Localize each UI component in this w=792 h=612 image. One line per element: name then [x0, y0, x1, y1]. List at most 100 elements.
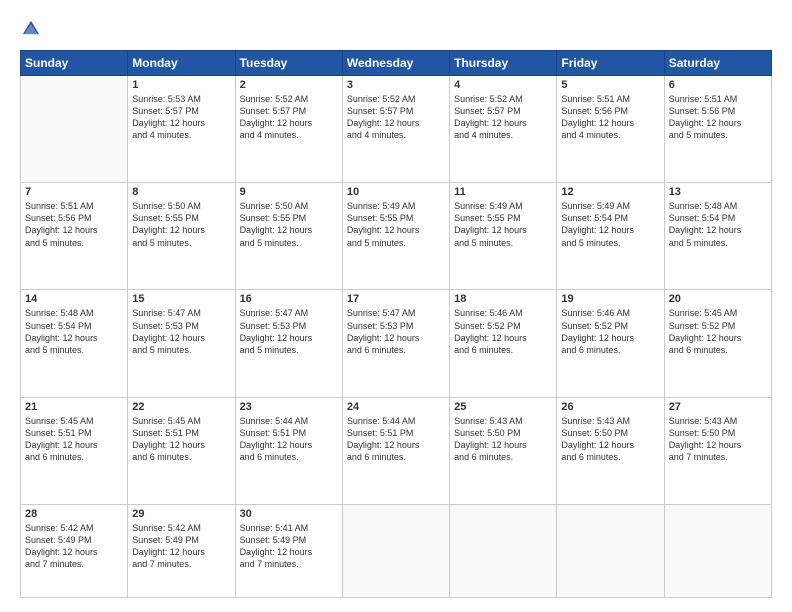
day-number: 25	[454, 401, 552, 413]
day-number: 10	[347, 186, 445, 198]
day-info: Sunrise: 5:53 AMSunset: 5:57 PMDaylight:…	[132, 93, 230, 142]
day-number: 26	[561, 401, 659, 413]
day-number: 28	[25, 508, 123, 520]
week-row-2: 14 Sunrise: 5:48 AMSunset: 5:54 PMDayligh…	[21, 290, 772, 397]
logo-icon	[20, 18, 42, 40]
calendar-page: SundayMondayTuesdayWednesdayThursdayFrid…	[0, 0, 792, 612]
weekday-header-thursday: Thursday	[450, 51, 557, 76]
day-number: 18	[454, 293, 552, 305]
day-number: 9	[240, 186, 338, 198]
day-info: Sunrise: 5:52 AMSunset: 5:57 PMDaylight:…	[240, 93, 338, 142]
day-info: Sunrise: 5:51 AMSunset: 5:56 PMDaylight:…	[561, 93, 659, 142]
calendar-cell: 5 Sunrise: 5:51 AMSunset: 5:56 PMDaylight…	[557, 76, 664, 183]
calendar-cell: 25 Sunrise: 5:43 AMSunset: 5:50 PMDayligh…	[450, 397, 557, 504]
logo	[20, 18, 46, 40]
calendar-cell: 27 Sunrise: 5:43 AMSunset: 5:50 PMDayligh…	[664, 397, 771, 504]
day-info: Sunrise: 5:42 AMSunset: 5:49 PMDaylight:…	[25, 522, 123, 571]
day-number: 12	[561, 186, 659, 198]
calendar-cell: 15Sunrise: 5:47 AMSunset: 5:53 PMDayligh…	[128, 290, 235, 397]
calendar-cell: 14 Sunrise: 5:48 AMSunset: 5:54 PMDayligh…	[21, 290, 128, 397]
week-row-3: 21Sunrise: 5:45 AMSunset: 5:51 PMDayligh…	[21, 397, 772, 504]
day-info: Sunrise: 5:43 AMSunset: 5:50 PMDaylight:…	[454, 415, 552, 464]
calendar-cell: 6 Sunrise: 5:51 AMSunset: 5:56 PMDaylight…	[664, 76, 771, 183]
calendar-cell: 23 Sunrise: 5:44 AMSunset: 5:51 PMDayligh…	[235, 397, 342, 504]
calendar-cell: 1 Sunrise: 5:53 AMSunset: 5:57 PMDaylight…	[128, 76, 235, 183]
week-row-0: 1 Sunrise: 5:53 AMSunset: 5:57 PMDaylight…	[21, 76, 772, 183]
calendar-cell: 7Sunrise: 5:51 AMSunset: 5:56 PMDaylight…	[21, 183, 128, 290]
calendar-cell: 20 Sunrise: 5:45 AMSunset: 5:52 PMDayligh…	[664, 290, 771, 397]
day-number: 13	[669, 186, 767, 198]
day-info: Sunrise: 5:48 AMSunset: 5:54 PMDaylight:…	[25, 307, 123, 356]
weekday-header-friday: Friday	[557, 51, 664, 76]
calendar-cell: 3 Sunrise: 5:52 AMSunset: 5:57 PMDaylight…	[342, 76, 449, 183]
day-number: 14	[25, 293, 123, 305]
week-row-4: 28 Sunrise: 5:42 AMSunset: 5:49 PMDayligh…	[21, 504, 772, 597]
day-info: Sunrise: 5:41 AMSunset: 5:49 PMDaylight:…	[240, 522, 338, 571]
weekday-header-row: SundayMondayTuesdayWednesdayThursdayFrid…	[21, 51, 772, 76]
day-info: Sunrise: 5:51 AMSunset: 5:56 PMDaylight:…	[669, 93, 767, 142]
day-info: Sunrise: 5:47 AMSunset: 5:53 PMDaylight:…	[240, 307, 338, 356]
day-number: 2	[240, 79, 338, 91]
calendar-cell: 26 Sunrise: 5:43 AMSunset: 5:50 PMDayligh…	[557, 397, 664, 504]
day-info: Sunrise: 5:43 AMSunset: 5:50 PMDaylight:…	[669, 415, 767, 464]
calendar-cell: 4Sunrise: 5:52 AMSunset: 5:57 PMDaylight…	[450, 76, 557, 183]
header	[20, 18, 772, 40]
day-info: Sunrise: 5:44 AMSunset: 5:51 PMDaylight:…	[347, 415, 445, 464]
day-info: Sunrise: 5:52 AMSunset: 5:57 PMDaylight:…	[347, 93, 445, 142]
day-info: Sunrise: 5:49 AMSunset: 5:55 PMDaylight:…	[347, 200, 445, 249]
calendar-cell: 24 Sunrise: 5:44 AMSunset: 5:51 PMDayligh…	[342, 397, 449, 504]
calendar-cell	[21, 76, 128, 183]
calendar-cell	[342, 504, 449, 597]
day-info: Sunrise: 5:46 AMSunset: 5:52 PMDaylight:…	[561, 307, 659, 356]
calendar-table: SundayMondayTuesdayWednesdayThursdayFrid…	[20, 50, 772, 598]
calendar-cell: 19 Sunrise: 5:46 AMSunset: 5:52 PMDayligh…	[557, 290, 664, 397]
day-number: 30	[240, 508, 338, 520]
day-number: 23	[240, 401, 338, 413]
day-info: Sunrise: 5:46 AMSunset: 5:52 PMDaylight:…	[454, 307, 552, 356]
day-number: 27	[669, 401, 767, 413]
day-info: Sunrise: 5:49 AMSunset: 5:55 PMDaylight:…	[454, 200, 552, 249]
day-number: 19	[561, 293, 659, 305]
day-number: 29	[132, 508, 230, 520]
week-row-1: 7Sunrise: 5:51 AMSunset: 5:56 PMDaylight…	[21, 183, 772, 290]
calendar-cell: 11Sunrise: 5:49 AMSunset: 5:55 PMDayligh…	[450, 183, 557, 290]
day-info: Sunrise: 5:45 AMSunset: 5:51 PMDaylight:…	[25, 415, 123, 464]
day-info: Sunrise: 5:48 AMSunset: 5:54 PMDaylight:…	[669, 200, 767, 249]
day-info: Sunrise: 5:42 AMSunset: 5:49 PMDaylight:…	[132, 522, 230, 571]
day-info: Sunrise: 5:44 AMSunset: 5:51 PMDaylight:…	[240, 415, 338, 464]
day-number: 8	[132, 186, 230, 198]
day-number: 1	[132, 79, 230, 91]
day-info: Sunrise: 5:50 AMSunset: 5:55 PMDaylight:…	[132, 200, 230, 249]
calendar-cell: 30 Sunrise: 5:41 AMSunset: 5:49 PMDayligh…	[235, 504, 342, 597]
calendar-cell: 29 Sunrise: 5:42 AMSunset: 5:49 PMDayligh…	[128, 504, 235, 597]
day-number: 24	[347, 401, 445, 413]
calendar-cell: 13 Sunrise: 5:48 AMSunset: 5:54 PMDayligh…	[664, 183, 771, 290]
day-info: Sunrise: 5:50 AMSunset: 5:55 PMDaylight:…	[240, 200, 338, 249]
day-number: 5	[561, 79, 659, 91]
calendar-cell: 22 Sunrise: 5:45 AMSunset: 5:51 PMDayligh…	[128, 397, 235, 504]
calendar-cell: 12 Sunrise: 5:49 AMSunset: 5:54 PMDayligh…	[557, 183, 664, 290]
day-info: Sunrise: 5:52 AMSunset: 5:57 PMDaylight:…	[454, 93, 552, 142]
day-number: 20	[669, 293, 767, 305]
day-number: 6	[669, 79, 767, 91]
day-number: 7	[25, 186, 123, 198]
calendar-cell	[664, 504, 771, 597]
calendar-cell: 18 Sunrise: 5:46 AMSunset: 5:52 PMDayligh…	[450, 290, 557, 397]
calendar-cell: 2 Sunrise: 5:52 AMSunset: 5:57 PMDaylight…	[235, 76, 342, 183]
weekday-header-monday: Monday	[128, 51, 235, 76]
day-info: Sunrise: 5:45 AMSunset: 5:51 PMDaylight:…	[132, 415, 230, 464]
weekday-header-saturday: Saturday	[664, 51, 771, 76]
day-number: 16	[240, 293, 338, 305]
calendar-cell: 21Sunrise: 5:45 AMSunset: 5:51 PMDayligh…	[21, 397, 128, 504]
day-info: Sunrise: 5:45 AMSunset: 5:52 PMDaylight:…	[669, 307, 767, 356]
day-number: 3	[347, 79, 445, 91]
calendar-cell: 16 Sunrise: 5:47 AMSunset: 5:53 PMDayligh…	[235, 290, 342, 397]
calendar-cell: 9 Sunrise: 5:50 AMSunset: 5:55 PMDaylight…	[235, 183, 342, 290]
calendar-cell: 28 Sunrise: 5:42 AMSunset: 5:49 PMDayligh…	[21, 504, 128, 597]
calendar-cell: 8 Sunrise: 5:50 AMSunset: 5:55 PMDaylight…	[128, 183, 235, 290]
day-number: 17	[347, 293, 445, 305]
day-info: Sunrise: 5:49 AMSunset: 5:54 PMDaylight:…	[561, 200, 659, 249]
day-number: 22	[132, 401, 230, 413]
day-info: Sunrise: 5:43 AMSunset: 5:50 PMDaylight:…	[561, 415, 659, 464]
day-info: Sunrise: 5:47 AMSunset: 5:53 PMDaylight:…	[132, 307, 230, 356]
